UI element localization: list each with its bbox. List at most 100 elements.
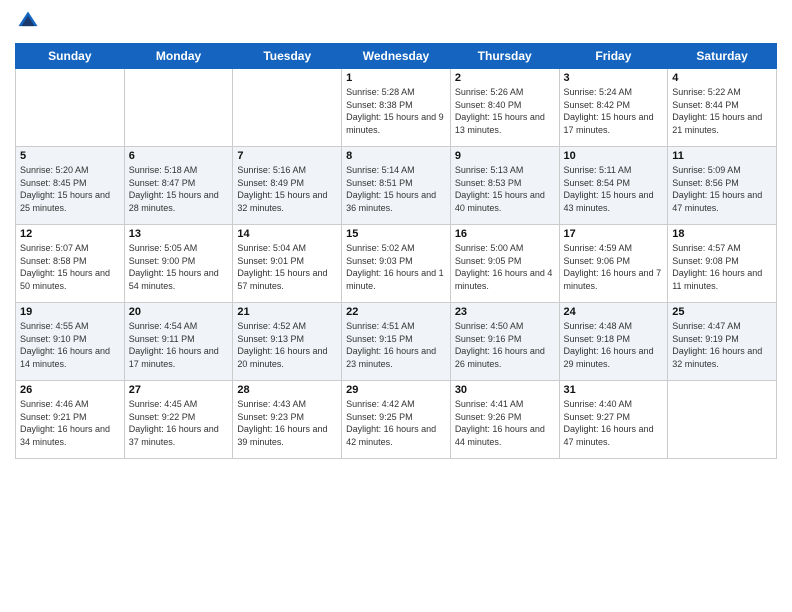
calendar-day-cell: 21 Sunrise: 4:52 AMSunset: 9:13 PMDayligh… bbox=[233, 303, 342, 381]
calendar-day-cell bbox=[668, 381, 777, 459]
day-number: 3 bbox=[564, 72, 664, 84]
day-number: 10 bbox=[564, 150, 664, 162]
day-info: Sunrise: 5:09 AMSunset: 8:56 PMDaylight:… bbox=[672, 164, 772, 214]
day-info: Sunrise: 5:22 AMSunset: 8:44 PMDaylight:… bbox=[672, 86, 772, 136]
day-info: Sunrise: 5:28 AMSunset: 8:38 PMDaylight:… bbox=[346, 86, 446, 136]
calendar-day-cell: 5 Sunrise: 5:20 AMSunset: 8:45 PMDaylight… bbox=[16, 147, 125, 225]
calendar-day-cell: 12 Sunrise: 5:07 AMSunset: 8:58 PMDayligh… bbox=[16, 225, 125, 303]
day-number: 13 bbox=[129, 228, 229, 240]
day-number: 30 bbox=[455, 384, 555, 396]
day-info: Sunrise: 4:47 AMSunset: 9:19 PMDaylight:… bbox=[672, 320, 772, 370]
day-info: Sunrise: 4:50 AMSunset: 9:16 PMDaylight:… bbox=[455, 320, 555, 370]
day-number: 31 bbox=[564, 384, 664, 396]
day-info: Sunrise: 5:04 AMSunset: 9:01 PMDaylight:… bbox=[237, 242, 337, 292]
day-number: 8 bbox=[346, 150, 446, 162]
day-info: Sunrise: 4:46 AMSunset: 9:21 PMDaylight:… bbox=[20, 398, 120, 448]
calendar-day-header: Sunday bbox=[16, 44, 125, 69]
day-info: Sunrise: 5:02 AMSunset: 9:03 PMDaylight:… bbox=[346, 242, 446, 292]
calendar-day-cell: 14 Sunrise: 5:04 AMSunset: 9:01 PMDayligh… bbox=[233, 225, 342, 303]
calendar-day-cell: 24 Sunrise: 4:48 AMSunset: 9:18 PMDayligh… bbox=[559, 303, 668, 381]
day-number: 27 bbox=[129, 384, 229, 396]
calendar-day-cell: 17Sunrise: 4:59 AMSunset: 9:06 PMDayligh… bbox=[559, 225, 668, 303]
day-number: 4 bbox=[672, 72, 772, 84]
calendar-day-cell: 26 Sunrise: 4:46 AMSunset: 9:21 PMDayligh… bbox=[16, 381, 125, 459]
day-info: Sunrise: 4:51 AMSunset: 9:15 PMDaylight:… bbox=[346, 320, 446, 370]
calendar-day-cell bbox=[124, 69, 233, 147]
calendar-day-cell: 18 Sunrise: 4:57 AMSunset: 9:08 PMDayligh… bbox=[668, 225, 777, 303]
calendar-header-row: SundayMondayTuesdayWednesdayThursdayFrid… bbox=[16, 44, 777, 69]
day-number: 9 bbox=[455, 150, 555, 162]
page: SundayMondayTuesdayWednesdayThursdayFrid… bbox=[0, 0, 792, 612]
calendar-day-cell bbox=[16, 69, 125, 147]
day-info: Sunrise: 5:14 AMSunset: 8:51 PMDaylight:… bbox=[346, 164, 446, 214]
day-info: Sunrise: 4:40 AMSunset: 9:27 PMDaylight:… bbox=[564, 398, 664, 448]
calendar-day-cell: 27 Sunrise: 4:45 AMSunset: 9:22 PMDayligh… bbox=[124, 381, 233, 459]
calendar-day-header: Wednesday bbox=[342, 44, 451, 69]
day-number: 7 bbox=[237, 150, 337, 162]
day-info: Sunrise: 5:20 AMSunset: 8:45 PMDaylight:… bbox=[20, 164, 120, 214]
day-number: 11 bbox=[672, 150, 772, 162]
day-info: Sunrise: 4:43 AMSunset: 9:23 PMDaylight:… bbox=[237, 398, 337, 448]
day-number: 23 bbox=[455, 306, 555, 318]
calendar-day-header: Tuesday bbox=[233, 44, 342, 69]
calendar-day-cell: 19Sunrise: 4:55 AMSunset: 9:10 PMDayligh… bbox=[16, 303, 125, 381]
calendar-day-cell: 8 Sunrise: 5:14 AMSunset: 8:51 PMDaylight… bbox=[342, 147, 451, 225]
calendar-week-row: 12 Sunrise: 5:07 AMSunset: 8:58 PMDayligh… bbox=[16, 225, 777, 303]
calendar-day-header: Thursday bbox=[450, 44, 559, 69]
calendar-day-cell: 29 Sunrise: 4:42 AMSunset: 9:25 PMDayligh… bbox=[342, 381, 451, 459]
day-info: Sunrise: 4:52 AMSunset: 9:13 PMDaylight:… bbox=[237, 320, 337, 370]
logo-icon bbox=[17, 10, 39, 32]
calendar-week-row: 1 Sunrise: 5:28 AMSunset: 8:38 PMDaylight… bbox=[16, 69, 777, 147]
calendar-day-cell: 25 Sunrise: 4:47 AMSunset: 9:19 PMDayligh… bbox=[668, 303, 777, 381]
calendar-week-row: 26 Sunrise: 4:46 AMSunset: 9:21 PMDayligh… bbox=[16, 381, 777, 459]
calendar-day-cell: 7 Sunrise: 5:16 AMSunset: 8:49 PMDaylight… bbox=[233, 147, 342, 225]
day-number: 6 bbox=[129, 150, 229, 162]
calendar-day-header: Monday bbox=[124, 44, 233, 69]
day-number: 12 bbox=[20, 228, 120, 240]
day-info: Sunrise: 4:55 AMSunset: 9:10 PMDaylight:… bbox=[20, 320, 120, 370]
day-number: 18 bbox=[672, 228, 772, 240]
calendar-day-cell: 15 Sunrise: 5:02 AMSunset: 9:03 PMDayligh… bbox=[342, 225, 451, 303]
day-number: 15 bbox=[346, 228, 446, 240]
day-info: Sunrise: 4:54 AMSunset: 9:11 PMDaylight:… bbox=[129, 320, 229, 370]
day-info: Sunrise: 4:45 AMSunset: 9:22 PMDaylight:… bbox=[129, 398, 229, 448]
day-info: Sunrise: 4:48 AMSunset: 9:18 PMDaylight:… bbox=[564, 320, 664, 370]
day-number: 24 bbox=[564, 306, 664, 318]
day-number: 22 bbox=[346, 306, 446, 318]
day-number: 1 bbox=[346, 72, 446, 84]
calendar-day-cell: 10 Sunrise: 5:11 AMSunset: 8:54 PMDayligh… bbox=[559, 147, 668, 225]
day-info: Sunrise: 5:26 AMSunset: 8:40 PMDaylight:… bbox=[455, 86, 555, 136]
logo bbox=[15, 10, 41, 37]
day-number: 14 bbox=[237, 228, 337, 240]
calendar-day-cell: 4 Sunrise: 5:22 AMSunset: 8:44 PMDaylight… bbox=[668, 69, 777, 147]
calendar-day-cell: 16Sunrise: 5:00 AMSunset: 9:05 PMDayligh… bbox=[450, 225, 559, 303]
day-info: Sunrise: 5:24 AMSunset: 8:42 PMDaylight:… bbox=[564, 86, 664, 136]
calendar-day-cell: 31 Sunrise: 4:40 AMSunset: 9:27 PMDayligh… bbox=[559, 381, 668, 459]
day-info: Sunrise: 4:42 AMSunset: 9:25 PMDaylight:… bbox=[346, 398, 446, 448]
day-number: 26 bbox=[20, 384, 120, 396]
calendar-week-row: 5 Sunrise: 5:20 AMSunset: 8:45 PMDaylight… bbox=[16, 147, 777, 225]
day-info: Sunrise: 5:16 AMSunset: 8:49 PMDaylight:… bbox=[237, 164, 337, 214]
day-number: 5 bbox=[20, 150, 120, 162]
day-number: 20 bbox=[129, 306, 229, 318]
calendar-day-header: Friday bbox=[559, 44, 668, 69]
calendar-day-cell: 11 Sunrise: 5:09 AMSunset: 8:56 PMDayligh… bbox=[668, 147, 777, 225]
calendar-day-cell: 3 Sunrise: 5:24 AMSunset: 8:42 PMDaylight… bbox=[559, 69, 668, 147]
day-info: Sunrise: 4:57 AMSunset: 9:08 PMDaylight:… bbox=[672, 242, 772, 292]
day-number: 21 bbox=[237, 306, 337, 318]
calendar-day-cell: 28Sunrise: 4:43 AMSunset: 9:23 PMDayligh… bbox=[233, 381, 342, 459]
day-info: Sunrise: 5:11 AMSunset: 8:54 PMDaylight:… bbox=[564, 164, 664, 214]
day-info: Sunrise: 5:00 AMSunset: 9:05 PMDaylight:… bbox=[455, 242, 555, 292]
calendar-day-cell: 22 Sunrise: 4:51 AMSunset: 9:15 PMDayligh… bbox=[342, 303, 451, 381]
day-info: Sunrise: 5:05 AMSunset: 9:00 PMDaylight:… bbox=[129, 242, 229, 292]
day-number: 29 bbox=[346, 384, 446, 396]
calendar-day-cell: 2Sunrise: 5:26 AMSunset: 8:40 PMDaylight… bbox=[450, 69, 559, 147]
calendar-day-cell: 13 Sunrise: 5:05 AMSunset: 9:00 PMDayligh… bbox=[124, 225, 233, 303]
calendar-day-header: Saturday bbox=[668, 44, 777, 69]
day-info: Sunrise: 5:07 AMSunset: 8:58 PMDaylight:… bbox=[20, 242, 120, 292]
day-number: 25 bbox=[672, 306, 772, 318]
calendar-day-cell: 23 Sunrise: 4:50 AMSunset: 9:16 PMDayligh… bbox=[450, 303, 559, 381]
calendar-day-cell: 1 Sunrise: 5:28 AMSunset: 8:38 PMDaylight… bbox=[342, 69, 451, 147]
day-number: 17 bbox=[564, 228, 664, 240]
day-info: Sunrise: 4:41 AMSunset: 9:26 PMDaylight:… bbox=[455, 398, 555, 448]
